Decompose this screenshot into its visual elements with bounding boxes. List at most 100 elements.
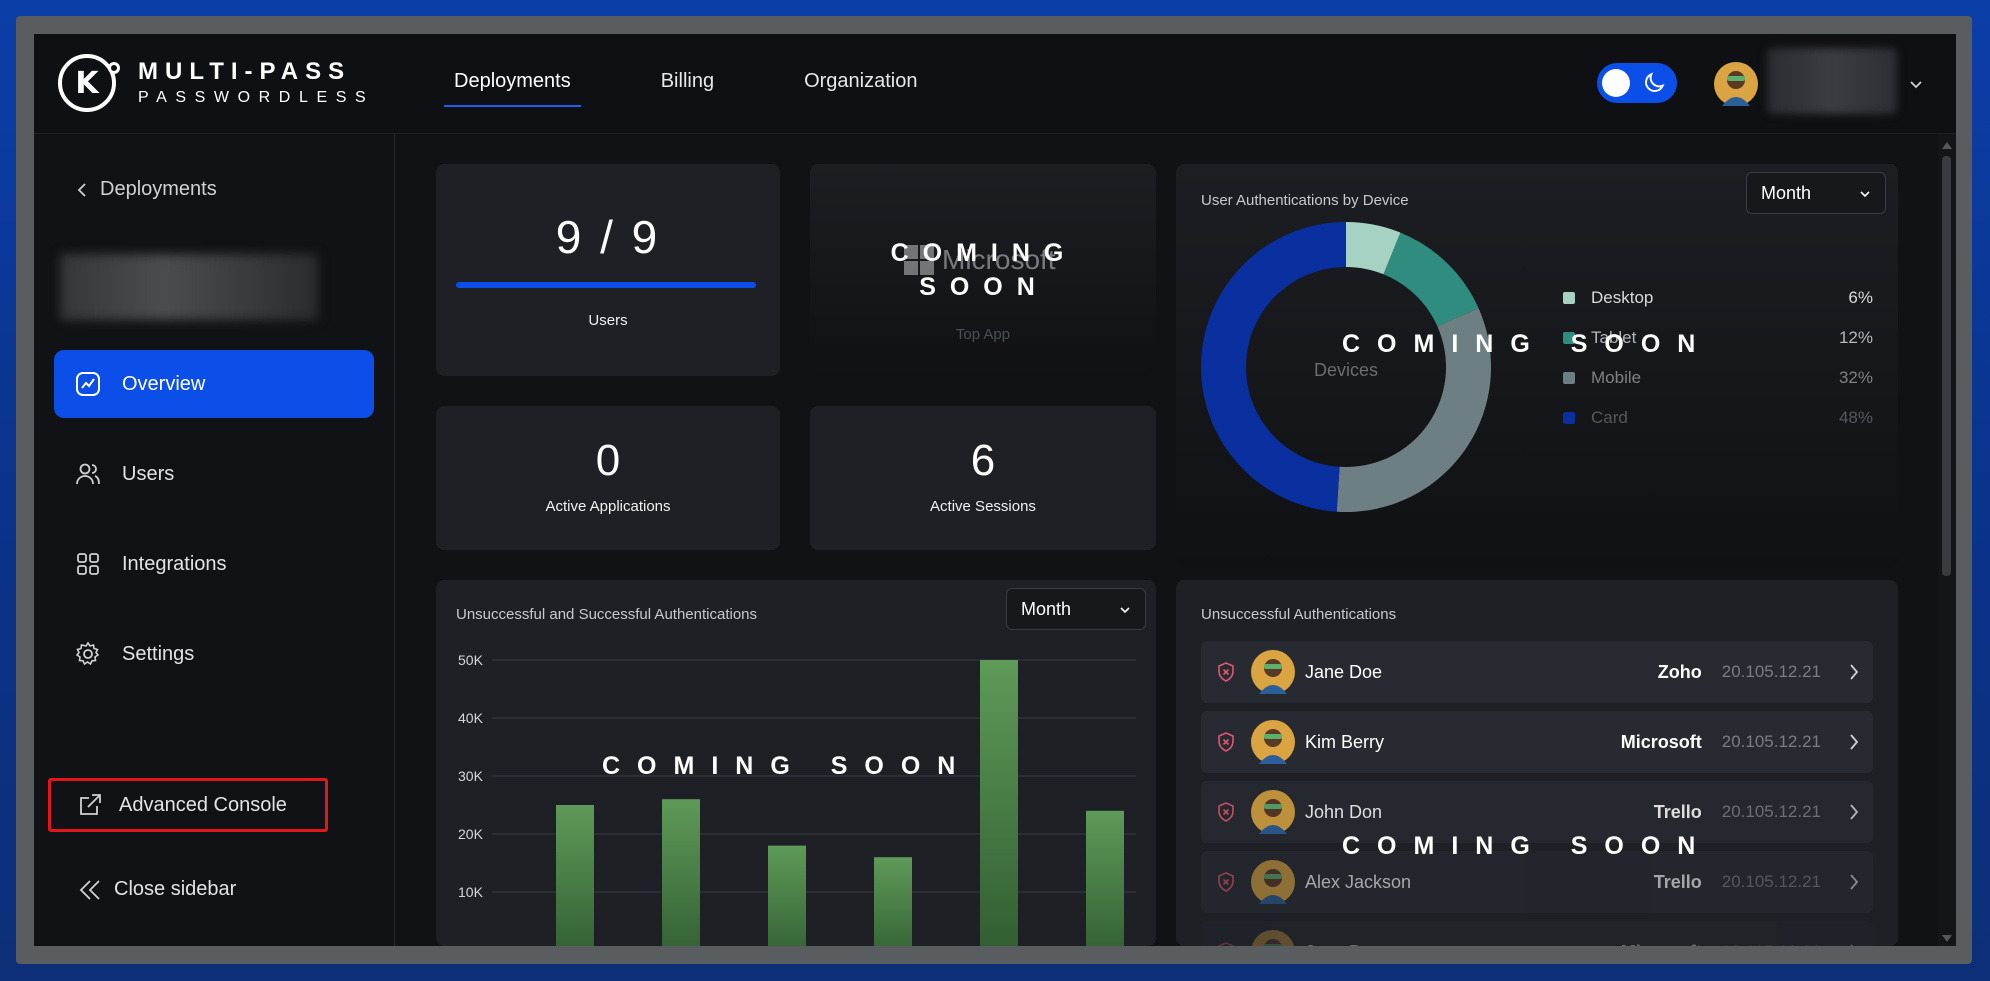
auth-month-select[interactable]: Month <box>1006 588 1146 630</box>
avatar <box>1251 930 1295 946</box>
user-name-redacted <box>1767 48 1897 114</box>
chevron-down-icon[interactable] <box>1908 76 1924 92</box>
auth-chart-title: Unsuccessful and Successful Authenticati… <box>456 606 758 623</box>
row-app-name: Microsoft <box>1620 731 1702 752</box>
avatar <box>1251 860 1295 904</box>
coming-soon-overlay: COMING SOON <box>1342 832 1713 860</box>
auth-month-value: Month <box>1021 598 1072 619</box>
sidebar-item-users[interactable]: Users <box>54 440 374 508</box>
chevron-right-icon <box>1850 804 1859 820</box>
sidebar-item-integrations[interactable]: Integrations <box>54 530 374 598</box>
y-tick-label: 40K <box>458 710 484 726</box>
y-tick-label: 10K <box>458 884 484 900</box>
page-scrollbar[interactable] <box>1938 134 1956 946</box>
shield-x-icon <box>1218 802 1234 822</box>
table-row[interactable]: Jane Doe Zoho 20.105.12.21 <box>1201 641 1873 703</box>
users-stat-card: 9 / 9 Users <box>436 164 780 376</box>
row-user-name: Kim Berry <box>1305 731 1385 752</box>
sidebar-item-label: Overview <box>122 372 206 395</box>
row-ip: 20.105.12.21 <box>1721 662 1821 681</box>
coming-soon-overlay: COMING SOON <box>602 752 973 780</box>
sidebar: Deployments Overview Users Integrations … <box>34 134 395 946</box>
back-to-deployments[interactable]: Deployments <box>76 178 217 201</box>
close-sidebar-button[interactable]: Close sidebar <box>78 878 236 901</box>
deployment-name-redacted <box>60 254 318 320</box>
row-app-name: Trello <box>1653 871 1702 892</box>
users-count: 9 / 9 <box>555 211 661 263</box>
device-month-select[interactable]: Month <box>1746 172 1886 214</box>
scroll-thumb[interactable] <box>1942 156 1951 576</box>
users-progress-fill <box>456 282 756 288</box>
shield-x-icon <box>1218 732 1234 752</box>
table-row[interactable]: Jane Doe Microsoft 20.105.12.21 <box>1201 921 1873 946</box>
legend-label: Mobile <box>1591 368 1642 387</box>
sidebar-item-settings[interactable]: Settings <box>54 620 374 688</box>
chevron-left-icon <box>77 182 86 197</box>
chevron-right-icon <box>1850 874 1859 890</box>
user-avatar[interactable] <box>1714 62 1758 106</box>
active-sessions-label: Active Sessions <box>930 498 1036 515</box>
scroll-up-arrow[interactable] <box>1942 142 1952 149</box>
legend-item-card: Card 48% <box>1563 408 1873 428</box>
theme-toggle[interactable] <box>1597 63 1677 103</box>
toggle-knob <box>1602 69 1630 97</box>
chevron-right-icon <box>1850 664 1859 680</box>
top-app-label: Top App <box>955 326 1011 343</box>
device-chart-title: User Authentications by Device <box>1201 192 1409 209</box>
y-tick-label: 20K <box>458 826 484 842</box>
sidebar-item-overview[interactable]: Overview <box>54 350 374 418</box>
gear-icon <box>75 641 100 666</box>
active-sessions-card: 6 Active Sessions <box>810 406 1156 550</box>
avatar <box>1251 650 1295 694</box>
scroll-down-arrow[interactable] <box>1942 935 1952 942</box>
legend-swatch <box>1563 292 1575 304</box>
logo-mark: K <box>58 54 120 112</box>
unsuccessful-title: Unsuccessful Authentications <box>1201 606 1397 623</box>
row-ip: 20.105.12.21 <box>1721 872 1821 891</box>
nav-organization[interactable]: Organization <box>794 70 927 107</box>
avatar <box>1251 790 1295 834</box>
legend-value: 12% <box>1838 328 1873 347</box>
logo-mark-letter: K <box>75 65 99 101</box>
shield-x-icon <box>1218 942 1234 946</box>
users-progress-track <box>456 282 756 288</box>
logo[interactable]: K MULTI-PASS PASSWORDLESS <box>58 54 374 112</box>
device-month-value: Month <box>1761 182 1812 203</box>
bar-2 <box>662 799 700 946</box>
top-bar: K MULTI-PASS PASSWORDLESS Deployments Bi… <box>34 34 1956 134</box>
users-icon <box>76 463 100 485</box>
chevron-right-icon <box>1850 734 1859 750</box>
row-app-name: Trello <box>1653 801 1702 822</box>
logo-line2: PASSWORDLESS <box>138 89 375 106</box>
advanced-console-link[interactable]: Advanced Console <box>48 778 328 832</box>
moon-icon <box>1645 72 1665 92</box>
shield-x-icon <box>1218 662 1234 682</box>
row-app-name: Microsoft <box>1621 942 1702 947</box>
nav-billing[interactable]: Billing <box>651 70 724 107</box>
device-chart-card: User Authentications by Device Month Dev… <box>1176 164 1898 568</box>
shield-x-icon <box>1218 872 1234 892</box>
row-user-name: Jane Doe <box>1305 661 1383 682</box>
grid-icon <box>77 553 99 575</box>
auth-bar-chart-card: Unsuccessful and Successful Authenticati… <box>436 580 1156 946</box>
legend-value: 6% <box>1848 288 1873 307</box>
close-sidebar-label: Close sidebar <box>114 878 237 900</box>
logo-text: MULTI-PASS PASSWORDLESS <box>138 60 374 106</box>
auth-bar-chart: 50K 40K 30K 20K 10K <box>458 652 1136 946</box>
bar-6 <box>1086 810 1124 946</box>
table-row[interactable]: Kim Berry Microsoft 20.105.12.21 <box>1201 711 1873 773</box>
chevron-down-icon <box>1860 191 1870 198</box>
legend-swatch <box>1563 412 1575 424</box>
legend-value: 32% <box>1838 368 1873 387</box>
bar-3 <box>768 845 806 946</box>
row-user-name: Alex Jackson <box>1305 871 1412 892</box>
active-sessions-count: 6 <box>970 436 996 485</box>
app-window: K MULTI-PASS PASSWORDLESS Deployments Bi… <box>34 34 1956 946</box>
nav-deployments[interactable]: Deployments <box>444 70 581 107</box>
active-applications-card: 0 Active Applications <box>436 406 780 550</box>
chart-icon <box>76 372 100 396</box>
row-user-name: Jane Doe <box>1305 942 1382 947</box>
sidebar-item-label: Users <box>122 462 175 485</box>
bar-1 <box>556 805 594 946</box>
double-chevron-left-icon <box>79 879 100 900</box>
